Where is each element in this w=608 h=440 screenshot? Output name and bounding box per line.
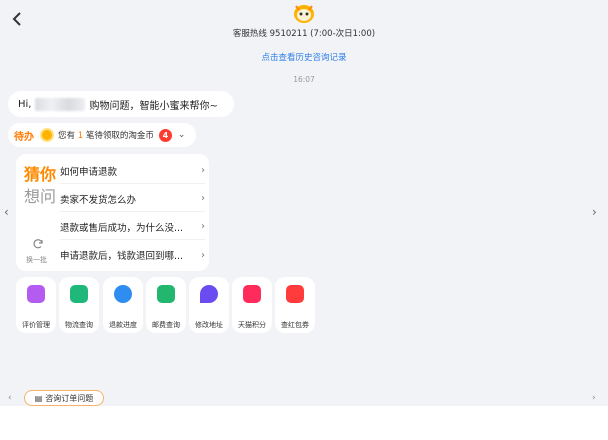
guess-title-line2: 想问 xyxy=(24,187,57,206)
scroll-left-icon[interactable]: ‹ xyxy=(4,205,9,219)
shortcut-review[interactable]: 评价管理 xyxy=(16,277,56,333)
greeting-bubble: Hi, 购物问题，智能小蜜来帮你~ xyxy=(8,91,234,117)
question-item[interactable]: 申请退款后，钱款退回到哪... › xyxy=(60,242,205,268)
shortcut-label: 评价管理 xyxy=(22,321,50,329)
refresh-label[interactable]: 换一批 xyxy=(26,255,47,265)
guess-title-line1: 猜你 xyxy=(24,165,57,184)
message-timestamp: 16:07 xyxy=(293,75,315,84)
consult-chip-label: 咨询订单问题 xyxy=(45,393,94,403)
chevron-right-icon: › xyxy=(201,193,205,204)
question-item[interactable]: 卖家不发货怎么办 › xyxy=(60,186,205,212)
todo-tag: 待办 xyxy=(14,131,34,143)
consult-order-chip[interactable]: ▤ 咨询订单问题 xyxy=(24,390,104,406)
review-icon xyxy=(27,285,45,303)
shortcut-label: 修改地址 xyxy=(195,321,223,329)
back-arrow-icon[interactable] xyxy=(8,9,26,29)
shortcut-label: 邮费查询 xyxy=(152,321,180,329)
red-packet-icon xyxy=(286,285,304,303)
tmall-points-icon xyxy=(243,285,261,303)
todo-bubble[interactable]: 待办 您有 1 笔待领取的淘金币 4 ⌄ xyxy=(8,123,196,147)
refresh-icon[interactable] xyxy=(32,238,44,250)
question-item[interactable]: 退款或售后成功，为什么没... › xyxy=(60,214,205,240)
todo-text: 您有 1 笔待领取的淘金币 xyxy=(58,131,154,141)
shortcut-postage[interactable]: 邮费查询 xyxy=(146,277,186,333)
history-link[interactable]: 点击查看历史咨询记录 xyxy=(0,51,608,63)
question-text: 卖家不发货怎么办 xyxy=(60,194,137,206)
mascot-avatar-icon xyxy=(294,5,314,23)
shortcut-logistics[interactable]: 物流查询 xyxy=(59,277,99,333)
location-icon xyxy=(200,285,218,303)
chevron-right-icon: › xyxy=(201,221,205,232)
top-bar: 客服热线 9510211 (7:00-次日1:00) xyxy=(0,0,608,42)
guess-side-panel: 猜你 想问 换一批 xyxy=(16,154,58,271)
scroll-right-icon[interactable]: › xyxy=(592,205,597,219)
refund-icon xyxy=(114,285,132,303)
question-text: 退款或售后成功，为什么没... xyxy=(60,222,184,234)
truck-icon xyxy=(70,285,88,303)
shortcut-label: 天猫积分 xyxy=(238,321,266,329)
chip-scroll-right-icon[interactable]: › xyxy=(592,393,596,403)
chevron-down-icon[interactable]: ⌄ xyxy=(178,130,186,140)
shortcut-red-packet[interactable]: 查红包券 xyxy=(275,277,315,333)
blurred-username xyxy=(35,97,86,111)
shortcut-edit-address[interactable]: 修改地址 xyxy=(189,277,229,333)
shortcut-refund-progress[interactable]: 退款进度 xyxy=(103,277,143,333)
shortcut-label: 退款进度 xyxy=(109,321,137,329)
question-text: 申请退款后，钱款退回到哪... xyxy=(60,251,184,262)
shortcut-label: 查红包券 xyxy=(281,321,309,329)
greeting-prefix: Hi, xyxy=(18,98,32,110)
question-item[interactable]: 如何申请退款 › xyxy=(60,158,205,184)
guess-questions-card: 猜你 想问 换一批 如何申请退款 › 卖家不发货怎么办 › 退款或售后成功，为什么没… xyxy=(16,154,209,271)
input-area[interactable] xyxy=(0,406,608,440)
chevron-right-icon: › xyxy=(201,249,205,261)
chevron-right-icon: › xyxy=(201,165,205,176)
postage-icon xyxy=(157,285,175,303)
order-icon: ▤ xyxy=(34,393,43,403)
shortcut-tmall-points[interactable]: 天猫积分 xyxy=(232,277,272,333)
hotline-text: 客服热线 9510211 (7:00-次日1:00) xyxy=(232,29,376,39)
shortcut-label: 物流查询 xyxy=(65,321,93,329)
greeting-text: 购物问题，智能小蜜来帮你~ xyxy=(89,100,218,112)
todo-badge: 4 xyxy=(158,128,172,142)
chip-scroll-left-icon[interactable]: ‹ xyxy=(8,393,12,403)
todo-count: 1 xyxy=(77,131,84,141)
taobao-coin-icon xyxy=(40,128,54,142)
question-text: 如何申请退款 xyxy=(60,166,118,178)
